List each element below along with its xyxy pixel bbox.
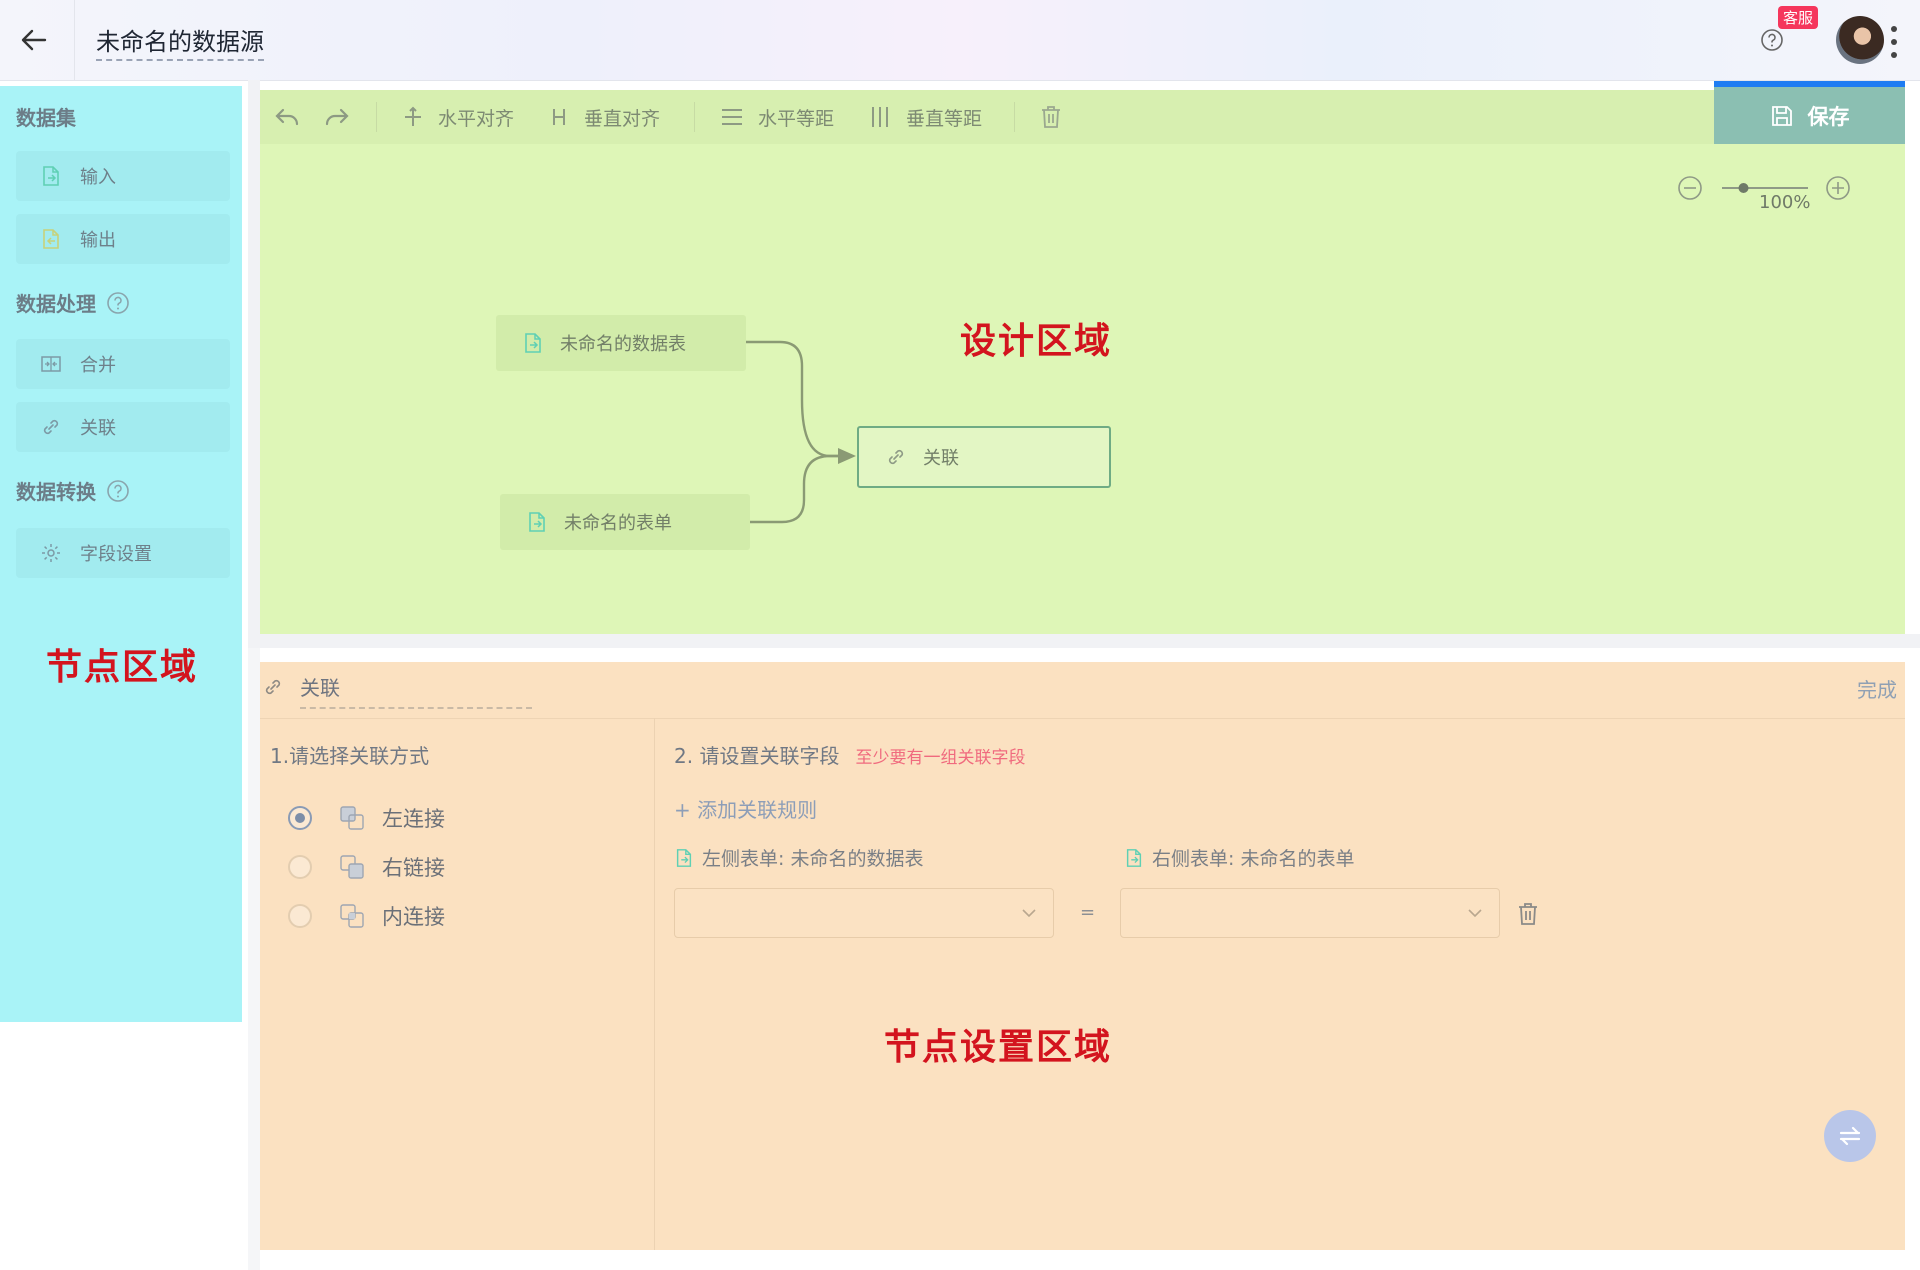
swap-icon [1839, 1126, 1861, 1146]
file-input-icon [525, 333, 541, 353]
node-join[interactable]: 关联 [16, 402, 230, 452]
node-field-settings[interactable]: 字段设置 [16, 528, 230, 578]
radio-button[interactable] [288, 806, 312, 830]
node-label: 关联 [80, 418, 116, 439]
arrow-left-icon [21, 29, 47, 51]
file-output-icon [43, 229, 59, 249]
settings-header: 关联 完成 [260, 662, 1905, 719]
section-data-transform: 数据转换 [16, 476, 130, 505]
app-header: 未命名的数据源 客服 [0, 0, 1920, 81]
canvas-node-label: 未命名的数据表 [560, 334, 686, 355]
chevron-down-icon [1022, 909, 1036, 918]
file-input-icon [1126, 848, 1142, 867]
step2-text: 2. 请设置关联字段 [674, 744, 840, 768]
design-area-divider [248, 634, 1920, 648]
radio-button[interactable] [288, 904, 312, 928]
left-field-select[interactable] [674, 888, 1054, 938]
canvas-node-form[interactable]: 未命名的表单 [500, 494, 750, 550]
join-type-label: 右链接 [382, 856, 445, 880]
node-settings-area: 关联 完成 1.请选择关联方式 左连接 右链接 内连接 2. 请设置关联字段 至少… [260, 662, 1905, 1250]
join-type-left[interactable]: 左连接 [288, 800, 445, 836]
zoom-level: 100% [1759, 192, 1811, 213]
back-button[interactable] [14, 20, 54, 60]
section-title: 数据转换 [16, 480, 96, 504]
finish-button[interactable]: 完成 [1857, 674, 1897, 703]
swap-floating-button[interactable] [1824, 1110, 1876, 1162]
step2-label: 2. 请设置关联字段 至少要有一组关联字段 [674, 740, 1025, 769]
left-join-icon [340, 806, 364, 830]
help-icon[interactable] [106, 479, 130, 503]
add-rule-link[interactable]: + 添加关联规则 [674, 794, 817, 823]
table-label-text: 左侧表单: 未命名的数据表 [702, 848, 924, 870]
header-divider [74, 0, 75, 80]
page-title[interactable]: 未命名的数据源 [96, 22, 264, 61]
node-input[interactable]: 输入 [16, 151, 230, 201]
settings-area-gutter [248, 648, 260, 1270]
right-field-select[interactable] [1120, 888, 1500, 938]
canvas-node-label: 未命名的表单 [564, 513, 672, 534]
node-area-annotation: 节点区域 [46, 647, 199, 688]
link-icon [43, 419, 59, 435]
section-title: 数据处理 [16, 292, 96, 316]
link-icon [265, 679, 281, 695]
file-input-icon [676, 848, 692, 867]
help-icon[interactable] [106, 291, 130, 315]
node-label: 输出 [80, 230, 116, 251]
section-data-processing: 数据处理 [16, 288, 130, 317]
canvas-node-table[interactable]: 未命名的数据表 [496, 315, 746, 371]
canvas-node-join[interactable]: 关联 [857, 426, 1111, 488]
design-area-annotation: 设计区域 [960, 321, 1113, 362]
equals-sign: = [1080, 902, 1096, 923]
right-table-label: 右侧表单: 未命名的表单 [1124, 844, 1354, 871]
node-label: 字段设置 [80, 544, 152, 565]
chevron-down-icon [1468, 909, 1482, 918]
join-type-inner[interactable]: 内连接 [288, 898, 445, 934]
table-label-text: 右侧表单: 未命名的表单 [1152, 848, 1355, 870]
link-icon [888, 449, 904, 465]
settings-area-annotation: 节点设置区域 [884, 1027, 1113, 1068]
more-options-icon[interactable] [1890, 26, 1898, 58]
section-dataset: 数据集 [16, 102, 76, 131]
settings-title[interactable]: 关联 [300, 672, 532, 709]
trash-icon[interactable] [1516, 902, 1540, 926]
warning-text: 至少要有一组关联字段 [855, 748, 1026, 768]
right-join-icon [340, 855, 364, 879]
inner-join-icon [340, 904, 364, 928]
design-area-gutter [248, 80, 260, 640]
left-table-label: 左侧表单: 未命名的数据表 [674, 844, 923, 871]
node-panel: 数据集 输入 输出 数据处理 合并 关联 数据转换 字段设置 节点区域 [0, 86, 242, 1022]
canvas-node-label: 关联 [923, 448, 959, 469]
file-input-icon [43, 166, 59, 186]
step1-label: 1.请选择关联方式 [270, 744, 430, 768]
design-area[interactable]: 水平对齐 垂直对齐 水平等距 垂直等距 保存 未命名的数据表 未命名的表单 关联… [260, 81, 1905, 634]
join-type-right[interactable]: 右链接 [288, 849, 445, 885]
customer-service-badge[interactable]: 客服 [1778, 6, 1819, 29]
merge-icon [41, 356, 61, 372]
section-title: 数据集 [16, 106, 76, 130]
avatar[interactable] [1836, 16, 1884, 64]
gear-icon [42, 544, 60, 562]
radio-button[interactable] [288, 855, 312, 879]
node-output[interactable]: 输出 [16, 214, 230, 264]
join-type-label: 左连接 [382, 807, 445, 831]
node-label: 合并 [80, 355, 116, 376]
column-divider [654, 718, 655, 1250]
node-merge[interactable]: 合并 [16, 339, 230, 389]
help-icon[interactable] [1760, 28, 1784, 52]
join-type-label: 内连接 [382, 905, 445, 929]
node-label: 输入 [80, 167, 116, 188]
file-input-icon [529, 512, 545, 532]
